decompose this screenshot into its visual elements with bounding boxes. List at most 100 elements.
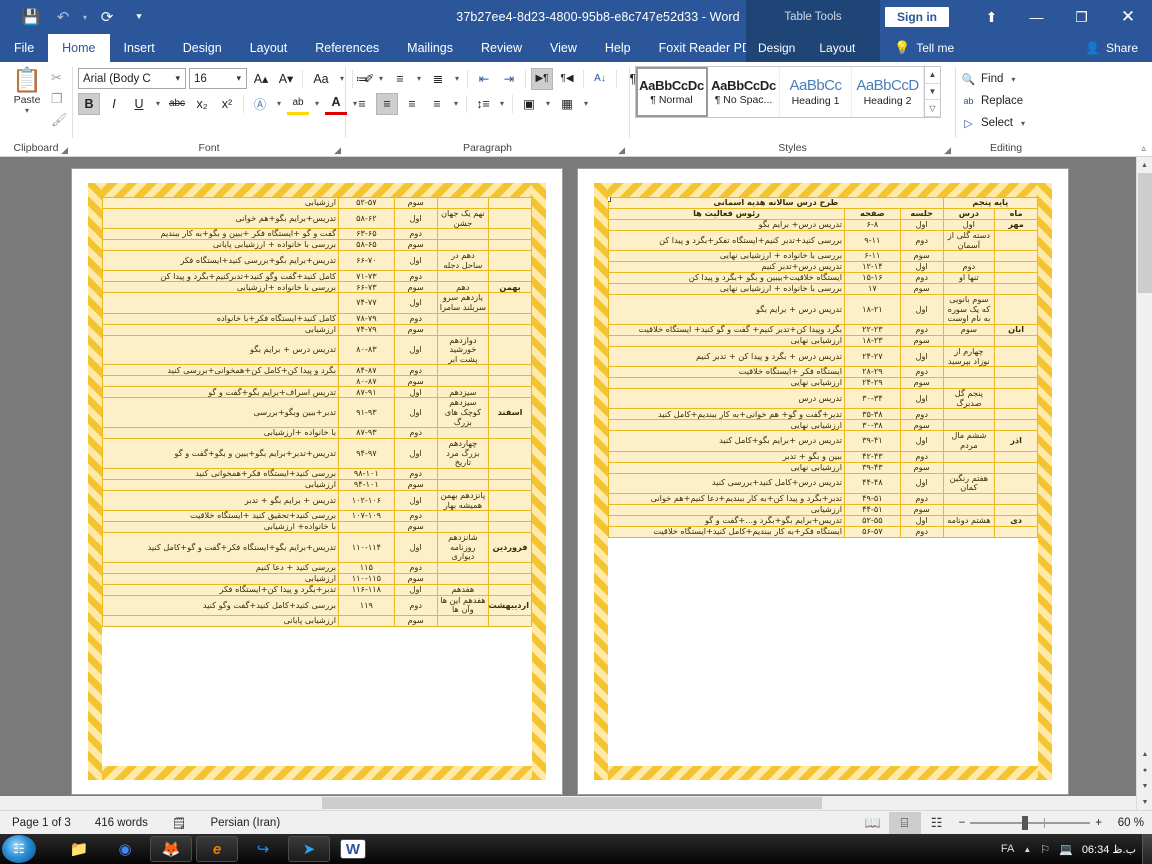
cell-activities[interactable]: تدریس درس+ برایم بگو [608,219,845,231]
cell-activities[interactable]: کامل کنید+ایستگاه فکر+با خانواده [102,312,339,325]
cell-activities[interactable]: ارزشیابی نهایی [608,419,845,432]
table-row[interactable]: دی هشتم دونامه اول ۵۲-۵۵ تدریس+برایم بگو+بگر… [608,514,1038,527]
cell-pages[interactable]: ۱۰۲-۱۰۶ [337,489,395,512]
cell-session[interactable]: اول [393,386,438,399]
cell-pages[interactable]: ۳۵-۳۸ [843,408,901,421]
chevron-down-icon[interactable]: ▾ [497,99,507,108]
cell-pages[interactable]: ۱۸-۲۱ [843,294,901,325]
cell-month[interactable] [488,521,532,534]
cell-session[interactable]: سوم [393,323,438,336]
cell-pages[interactable]: ۹۱-۹۳ [337,397,395,429]
table-row[interactable]: دوازدهم خورشید پشت ابر اول ۸۰-۸۳ تدریس درس … [102,334,532,366]
cell-pages[interactable]: ۸۴-۸۷ [337,364,395,377]
horizontal-scroll-thumb[interactable] [322,797,822,809]
cell-lesson[interactable]: تنها او [942,272,996,285]
cell-month[interactable] [994,283,1038,296]
format-painter-icon[interactable]: 🖌 [51,112,68,130]
cell-session[interactable]: سوم [899,250,944,263]
table-row[interactable]: هفتم رنگین کمان اول ۴۴-۴۸ تدریس درس+کامل کن… [608,472,1038,494]
cell-lesson[interactable] [436,478,490,491]
cell-activities[interactable]: بررسی با خانواده + ارزشیابی نهایی [608,250,845,263]
cell-lesson[interactable] [436,270,490,283]
table-row[interactable]: دوم ۵۶-۵۷ ایستگاه فکر+به کار ببندیم+کامل ک… [608,525,1038,538]
cell-activities[interactable]: تدبر+ببین وبگو+بررسی [102,397,339,429]
chevron-down-icon[interactable]: ▾ [172,73,183,84]
cell-activities[interactable]: تدریس+برایم بگو+هم خوانی [102,207,339,230]
cell-month[interactable] [488,364,532,377]
cell-month[interactable] [488,561,532,574]
cell-pages[interactable]: ۴۹-۵۱ [843,492,901,505]
cell-lesson[interactable]: دسته گلی از آسمان [942,229,996,252]
file-explorer-icon[interactable]: 📁 [58,836,100,862]
cell-month[interactable] [488,583,532,596]
cell-session[interactable]: سوم [899,377,944,390]
cell-lesson[interactable] [436,521,490,534]
chevron-down-icon[interactable]: ▾ [233,73,244,84]
zoom-track[interactable] [970,815,1091,830]
cell-activities[interactable] [102,375,339,388]
cell-pages[interactable]: ۳۰-۳۴ [843,388,901,410]
cell-session[interactable]: اول [393,250,438,272]
cell-session[interactable]: اول [899,345,944,368]
cell-activities[interactable]: بررسی کنید + دعا کنیم [102,561,339,574]
cell-month[interactable]: بهمن [488,281,532,294]
word-taskbar-icon[interactable]: W [340,839,366,859]
cell-session[interactable]: اول [393,397,438,429]
cell-activities[interactable]: بگرد وپیدا کن+تدبر کنیم+ گفت و گو کنید+ … [608,323,845,336]
replace-button[interactable]: ab Replace [961,90,1023,112]
font-size-combo[interactable]: 16 ▾ [189,68,247,89]
align-left-icon[interactable]: ≡ [351,93,373,115]
cell-activities[interactable]: با خانواده+ ارزشیابی [102,521,339,534]
cell-month[interactable]: فروردین [488,532,532,563]
grow-font-icon[interactable]: A▴ [250,68,272,90]
share-button[interactable]: 👤 Share [1085,34,1138,62]
chevron-down-icon[interactable]: ▾ [153,99,163,108]
zoom-out-button[interactable]: − [959,817,966,829]
cell-month[interactable] [994,334,1038,347]
cell-pages[interactable]: ۸۰-۸۳ [337,334,395,366]
cell-activities[interactable]: تدریس درس + برایم بگو [102,334,339,366]
superscript-button[interactable]: x² [216,93,238,115]
redo-icon[interactable]: ⟳ [92,4,122,30]
cell-lesson[interactable] [436,239,490,252]
cell-activities[interactable]: ارزشیابی [102,478,339,491]
cell-session[interactable]: دوم [393,561,438,574]
text-effects-icon[interactable]: Ⓐ [249,93,271,115]
cell-pages[interactable]: ۵۸-۶۵ [337,239,395,252]
save-icon[interactable]: 💾 [16,4,46,30]
cell-session[interactable]: دوم [899,408,944,421]
chevron-down-icon[interactable]: ▾ [414,74,424,83]
table-row[interactable]: بهمن دهم سوم ۶۶-۷۳ بررسی با خانواده +ارزشیاب… [102,281,532,294]
cell-activities[interactable]: تدریس درس+تدبر کنیم [608,261,845,274]
cell-lesson[interactable] [942,377,996,390]
table-row[interactable]: دوم ۳۵-۳۸ تدبر+گفت و گو+ هم خوانی+به کار ب… [608,408,1038,421]
cut-icon[interactable]: ✂ [51,70,68,88]
text-highlight-icon[interactable]: ab [287,93,309,115]
close-icon[interactable]: ✕ [1104,0,1152,34]
language-status[interactable]: Persian (Iran) [199,817,293,829]
chevron-down-icon[interactable]: ▾ [451,99,461,108]
scroll-down-icon[interactable]: ▼ [1137,794,1152,810]
table-row[interactable]: دوم ۴۹-۵۱ تدبر+بگرد و پیدا کن+به کار ببندی… [608,492,1038,505]
cell-session[interactable]: دوم [899,229,944,252]
cell-activities[interactable]: ارزشیابی [608,503,845,516]
tab-table-layout[interactable]: Layout [807,34,867,62]
table-row[interactable]: سوم بانویی که یک سوره به نام اوست اول ۱۸-۲… [608,294,1038,325]
table-row[interactable]: سوم ۴۴-۵۱ ارزشیابی [608,503,1038,516]
cell-lesson[interactable]: سیزدهم کوچک های بزرگ [436,397,490,429]
cell-month[interactable] [994,450,1038,463]
styles-more-icon[interactable]: ▽ [925,100,940,118]
shrink-font-icon[interactable]: A▾ [275,68,297,90]
cell-activities[interactable]: ارزشیابی نهایی [608,334,845,347]
table-row[interactable]: یازدهم سرو سربلند سامرا اول ۷۴-۷۷ [102,292,532,314]
tab-file[interactable]: File [0,34,48,62]
cell-lesson[interactable]: هفدهم [436,583,490,596]
cell-month[interactable] [994,492,1038,505]
cell-session[interactable]: اول [899,430,944,452]
style-no-spacing[interactable]: AaBbCcDc ¶ No Spac... [708,67,780,117]
cell-month[interactable] [994,229,1038,252]
cell-session[interactable]: دوم [899,450,944,463]
table-row[interactable]: دوم ۱۰۷-۱۰۹ بررسی کنید+تحقیق کنید +ایستگاه… [102,510,532,523]
table-row[interactable]: سوم با خانواده+ ارزشیابی [102,521,532,534]
cell-session[interactable]: دوم [393,228,438,241]
